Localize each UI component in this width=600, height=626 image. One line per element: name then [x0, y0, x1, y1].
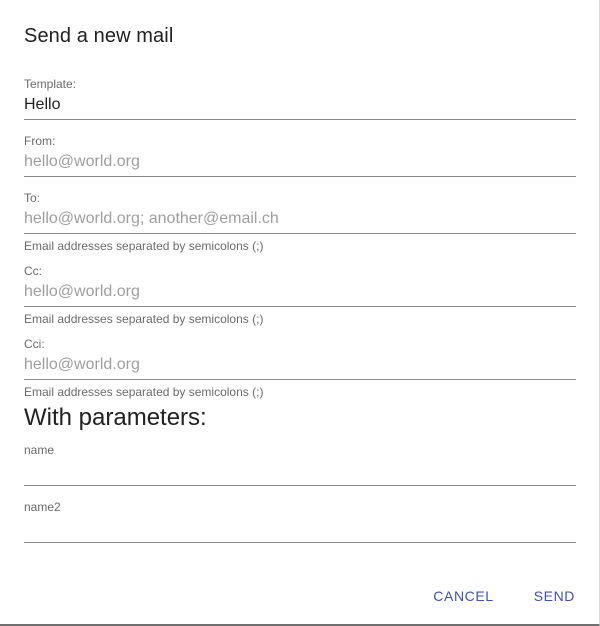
- cci-input[interactable]: hello@world.org: [24, 355, 576, 379]
- parameter-name2-label: name2: [24, 500, 61, 514]
- send-mail-dialog: Send a new mail Template: Hello From: he…: [0, 0, 600, 626]
- send-button[interactable]: SEND: [534, 586, 575, 606]
- cci-label: Cci:: [24, 337, 45, 351]
- cc-label: Cc:: [24, 264, 42, 278]
- cc-input[interactable]: hello@world.org: [24, 282, 576, 306]
- dialog-title: Send a new mail: [24, 25, 174, 47]
- to-field[interactable]: To: hello@world.org; another@email.ch: [24, 191, 576, 234]
- parameter-name-field[interactable]: name: [24, 443, 576, 486]
- parameter-name2-input[interactable]: [24, 518, 576, 542]
- parameter-name2-field[interactable]: name2: [24, 500, 576, 543]
- parameter-name-input[interactable]: [24, 461, 576, 485]
- parameters-heading: With parameters:: [24, 404, 207, 431]
- to-input[interactable]: hello@world.org; another@email.ch: [24, 209, 576, 233]
- cancel-button[interactable]: CANCEL: [433, 586, 493, 606]
- cc-helper-text: Email addresses separated by semicolons …: [24, 312, 264, 326]
- to-label: To:: [24, 191, 41, 205]
- from-input[interactable]: hello@world.org: [24, 152, 576, 176]
- parameter-name-label: name: [24, 443, 55, 457]
- template-field[interactable]: Template: Hello: [24, 77, 576, 120]
- cc-field[interactable]: Cc: hello@world.org: [24, 264, 576, 307]
- to-helper-text: Email addresses separated by semicolons …: [24, 239, 264, 253]
- cci-helper-text: Email addresses separated by semicolons …: [24, 385, 264, 399]
- from-label: From:: [24, 134, 56, 148]
- cci-field[interactable]: Cci: hello@world.org: [24, 337, 576, 380]
- template-label: Template:: [24, 77, 77, 91]
- template-value[interactable]: Hello: [24, 95, 576, 119]
- dialog-actions: CANCEL SEND: [433, 586, 575, 606]
- from-field[interactable]: From: hello@world.org: [24, 134, 576, 177]
